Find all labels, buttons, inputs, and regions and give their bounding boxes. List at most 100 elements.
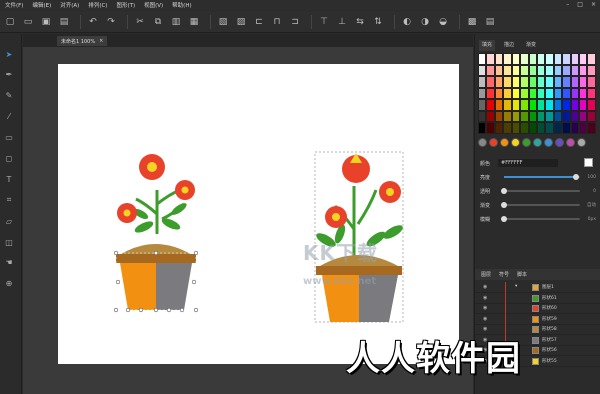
color-swatch[interactable] [528, 64, 537, 76]
color-swatch[interactable] [520, 53, 529, 65]
preset-swatch[interactable] [522, 138, 531, 147]
zoom-tool-icon[interactable]: ⊕ [3, 277, 15, 289]
preset-swatch[interactable] [500, 138, 509, 147]
color-swatch[interactable] [545, 99, 554, 111]
eraser-tool-icon[interactable]: ▱ [3, 215, 15, 227]
color-swatch[interactable] [511, 110, 521, 122]
crop-tool-icon[interactable]: ⌗ [3, 194, 15, 206]
color-swatch[interactable] [587, 87, 596, 99]
color-swatch[interactable] [503, 87, 512, 99]
color-swatch[interactable] [545, 122, 554, 134]
color-swatch[interactable] [579, 122, 588, 134]
save-icon[interactable]: ▣ [39, 15, 53, 29]
close-tab-icon[interactable]: × [99, 38, 103, 44]
color-swatch[interactable] [536, 110, 546, 122]
artboard[interactable]: KK下载 www.kkx.net [58, 64, 459, 364]
color-swatch[interactable] [562, 110, 571, 122]
color-swatch[interactable] [520, 99, 529, 111]
color-swatch[interactable] [520, 122, 529, 134]
ungroup-icon[interactable]: ▨ [234, 15, 248, 29]
color-swatch[interactable] [478, 110, 487, 122]
color-swatch[interactable] [579, 99, 588, 111]
color-swatch[interactable] [494, 99, 504, 111]
color-swatch[interactable] [511, 99, 521, 111]
text-tool-icon[interactable]: T [3, 173, 15, 185]
color-swatch[interactable] [553, 76, 563, 88]
menu-help[interactable]: 帮助(H) [172, 1, 191, 9]
send-back-icon[interactable]: ⊥ [335, 15, 349, 29]
color-swatch[interactable] [536, 53, 546, 65]
color-swatch[interactable] [478, 76, 487, 88]
copy-icon[interactable]: ⧉ [151, 15, 165, 29]
undo-icon[interactable]: ↶ [86, 15, 100, 29]
color-swatch[interactable] [536, 99, 546, 111]
layer-row[interactable]: ◉ 形状61 [475, 293, 600, 304]
color-swatch[interactable] [579, 110, 588, 122]
color-swatch[interactable] [528, 87, 537, 99]
color-hex-input[interactable]: #FFFFFF [498, 159, 559, 167]
document-tab[interactable]: 未命名1 100% × [57, 36, 108, 46]
preset-swatch[interactable] [544, 138, 553, 147]
color-preview[interactable] [584, 158, 593, 167]
color-swatch[interactable] [478, 87, 487, 99]
color-swatch[interactable] [587, 99, 596, 111]
tab-fill[interactable]: 填充 [479, 40, 496, 51]
menu-arrange[interactable]: 排列(C) [88, 1, 107, 9]
color-swatch[interactable] [528, 76, 537, 88]
color-swatch[interactable] [486, 110, 495, 122]
color-swatch[interactable] [579, 64, 588, 76]
slider-knob[interactable] [501, 202, 507, 208]
color-swatch[interactable] [562, 53, 571, 65]
expand-icon[interactable]: ▾ [515, 284, 517, 289]
preset-swatch[interactable] [489, 138, 498, 147]
color-swatch[interactable] [486, 76, 495, 88]
color-swatch[interactable] [486, 99, 495, 111]
color-swatch[interactable] [486, 64, 495, 76]
color-swatch[interactable] [562, 76, 571, 88]
color-swatch[interactable] [553, 110, 563, 122]
menu-view[interactable]: 视图(V) [144, 1, 163, 9]
color-swatch[interactable] [536, 64, 546, 76]
color-swatch[interactable] [528, 122, 537, 134]
preset-swatch[interactable] [478, 138, 487, 147]
flip-v-icon[interactable]: ⇅ [371, 15, 385, 29]
color-swatch[interactable] [503, 122, 512, 134]
speech-bubble-tool-icon[interactable]: ◻ [3, 152, 15, 164]
tab-stroke[interactable]: 描边 [501, 40, 517, 51]
color-swatch[interactable] [536, 76, 546, 88]
minimize-icon[interactable]: – [566, 1, 569, 8]
color-swatch[interactable] [494, 53, 504, 65]
color-swatch[interactable] [503, 110, 512, 122]
color-swatch[interactable] [553, 122, 563, 134]
rectangle-tool-icon[interactable]: ▭ [3, 131, 15, 143]
left-flower-pot[interactable] [113, 154, 199, 313]
color-swatch[interactable] [520, 110, 529, 122]
cut-icon[interactable]: ✂ [133, 15, 147, 29]
color-swatch[interactable] [553, 64, 563, 76]
color-swatch[interactable] [570, 99, 580, 111]
tab-symbols[interactable]: 符号 [499, 271, 509, 278]
pencil-tool-icon[interactable]: ✎ [3, 89, 15, 101]
hand-tool-icon[interactable]: ☚ [3, 256, 15, 268]
color-swatch[interactable] [520, 64, 529, 76]
align-left-icon[interactable]: ⊏ [252, 15, 266, 29]
color-swatch[interactable] [545, 76, 554, 88]
text-icon[interactable]: ▤ [483, 15, 497, 29]
color-swatch[interactable] [503, 64, 512, 76]
color-swatch[interactable] [553, 53, 563, 65]
color-swatch[interactable] [536, 122, 546, 134]
slider-knob[interactable] [501, 216, 507, 222]
paste-icon[interactable]: ▥ [169, 15, 183, 29]
preset-swatch[interactable] [533, 138, 542, 147]
color-swatch[interactable] [570, 122, 580, 134]
color-swatch[interactable] [587, 122, 596, 134]
color-swatch[interactable] [478, 122, 487, 134]
brush-tool-icon[interactable]: ⁄ [3, 110, 15, 122]
delete-icon[interactable]: ▦ [187, 15, 201, 29]
color-swatch[interactable] [528, 53, 537, 65]
select-tool-icon[interactable]: ➤ [3, 48, 15, 60]
subtract-icon[interactable]: ◑ [418, 15, 432, 29]
open-folder-icon[interactable]: ▭ [21, 15, 35, 29]
color-swatch[interactable] [494, 76, 504, 88]
color-swatch[interactable] [570, 76, 580, 88]
